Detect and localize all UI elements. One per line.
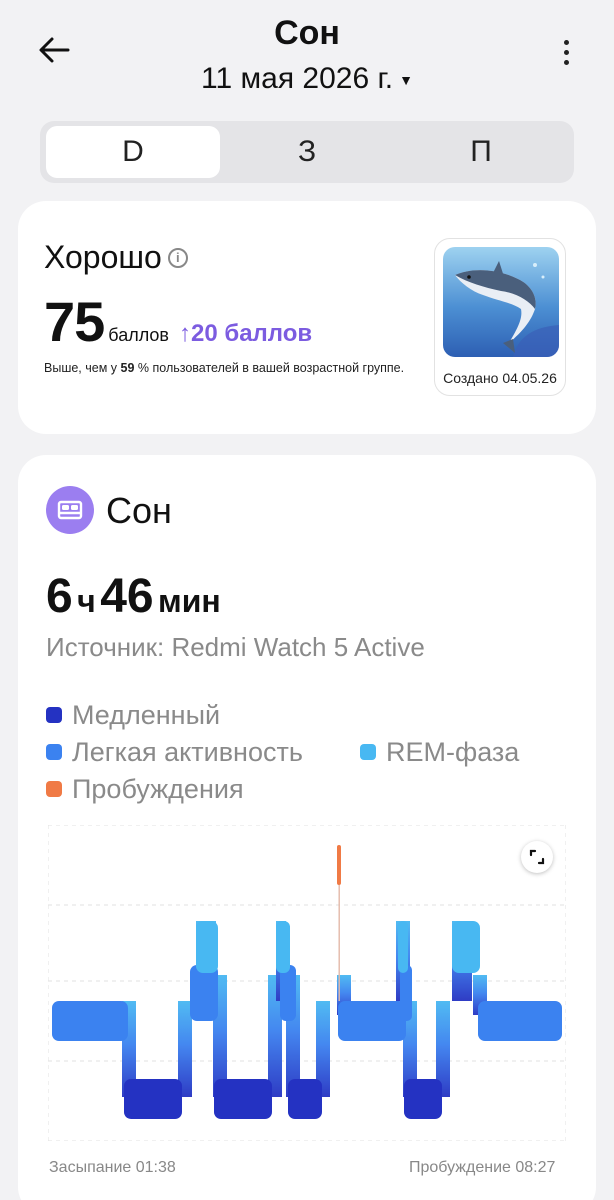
score-value: 75 bbox=[44, 290, 105, 353]
header: Сон 11 мая 2026 г. ▼ bbox=[0, 0, 614, 110]
section-title: Сон bbox=[106, 490, 172, 531]
legend-deep: Медленный bbox=[46, 700, 220, 731]
sleep-score-card[interactable]: Хорошо i 75 баллов ↑20 баллов Выше, чем у 5… bbox=[18, 201, 596, 434]
legend-rem: REM-фаза bbox=[360, 737, 519, 768]
caret-down-icon: ▼ bbox=[399, 72, 413, 89]
source-label: Источник: Redmi Watch 5 Active bbox=[46, 632, 425, 662]
legend-swatch bbox=[360, 744, 376, 760]
tab-day[interactable]: D bbox=[46, 126, 220, 178]
date-label: 11 мая 2026 г. bbox=[201, 62, 394, 95]
sleep-details-card[interactable]: Сон 6 ч 46 мин Источник: Redmi Watch 5 A… bbox=[18, 455, 596, 1200]
legend-swatch bbox=[46, 781, 62, 797]
more-button[interactable] bbox=[556, 40, 576, 70]
duration-hours-unit: ч bbox=[77, 583, 96, 619]
compare-text: Выше, чем у 59 % пользователей в вашей в… bbox=[44, 361, 404, 375]
legend-label: Легкая активность bbox=[72, 737, 303, 767]
stage-rem-blocks bbox=[196, 921, 480, 973]
legend-label: Пробуждения bbox=[72, 774, 244, 804]
expand-chart-button[interactable] bbox=[521, 841, 553, 873]
sleep-start-label: Засыпание 01:38 bbox=[49, 1159, 176, 1176]
more-dot bbox=[563, 50, 569, 55]
sleep-stages-chart[interactable] bbox=[48, 825, 566, 1141]
legend-swatch bbox=[46, 744, 62, 760]
score-delta-value: 20 баллов bbox=[191, 320, 313, 347]
page-title: Сон bbox=[274, 14, 340, 52]
more-vertical-icon bbox=[563, 40, 569, 45]
shark-image bbox=[443, 247, 559, 357]
duration-minutes-unit: мин bbox=[158, 583, 221, 619]
badge-caption: Создано 04.05.26 bbox=[443, 370, 557, 386]
score-row: 75 баллов ↑20 баллов bbox=[44, 289, 312, 354]
wake-up-label: Пробуждение 08:27 bbox=[409, 1159, 556, 1176]
legend-awake: Пробуждения bbox=[46, 774, 244, 805]
duration-hours: 6 bbox=[46, 570, 73, 623]
compare-prefix: Выше, чем у bbox=[44, 361, 118, 375]
bed-icon bbox=[46, 486, 94, 534]
more-dot bbox=[563, 60, 569, 65]
rating-row: Хорошо i bbox=[44, 239, 188, 276]
rating-label: Хорошо bbox=[44, 239, 162, 275]
duration-minutes: 46 bbox=[100, 570, 154, 623]
score-unit: баллов bbox=[108, 325, 169, 345]
legend-label: REM-фаза bbox=[386, 737, 520, 767]
score-delta: ↑20 баллов bbox=[179, 320, 312, 347]
legend-swatch bbox=[46, 707, 62, 723]
arrow-up-icon: ↑ bbox=[179, 320, 191, 347]
achievement-badge[interactable]: Создано 04.05.26 bbox=[434, 238, 566, 396]
tab-month[interactable]: П bbox=[394, 126, 568, 178]
info-icon[interactable]: i bbox=[167, 248, 188, 268]
stage-connectors bbox=[122, 921, 487, 1097]
compare-value: 59 bbox=[120, 361, 135, 375]
expand-icon bbox=[529, 849, 545, 865]
period-tabs: D З П bbox=[40, 121, 574, 183]
tab-week[interactable]: З bbox=[220, 126, 394, 178]
stage-deep-blocks bbox=[124, 1079, 442, 1119]
sleep-duration: 6 ч 46 мин bbox=[46, 569, 221, 624]
compare-suffix: % пользователей в вашей возрастной групп… bbox=[137, 361, 405, 375]
legend-label: Медленный bbox=[72, 700, 221, 730]
date-selector[interactable]: 11 мая 2026 г. ▼ bbox=[0, 62, 614, 96]
legend-light: Легкая активность bbox=[46, 737, 303, 768]
